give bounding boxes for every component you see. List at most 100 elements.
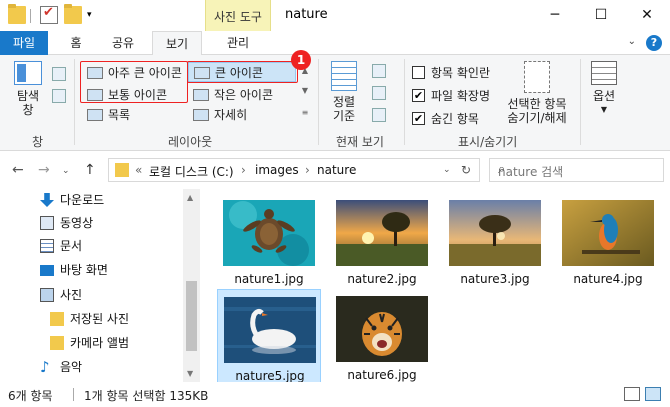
breadcrumb-images[interactable]: images <box>255 163 299 177</box>
minimize-button[interactable]: ─ <box>532 0 578 31</box>
up-icon[interactable]: ↑ <box>84 162 96 178</box>
gallery-down-icon[interactable]: ▼ <box>300 81 310 101</box>
file-item-nature2[interactable]: nature2.jpg <box>330 193 434 287</box>
scrollbar-thumb[interactable] <box>186 281 197 351</box>
back-icon[interactable]: ← <box>12 162 24 178</box>
nav-item-music[interactable]: ♪ 음악 <box>38 356 82 378</box>
gallery-more-icon[interactable]: ≡ <box>300 103 310 123</box>
item-checkboxes-checkbox[interactable] <box>412 66 425 79</box>
context-tab-picture-tools: 사진 도구 <box>205 0 271 31</box>
refresh-icon[interactable]: ↻ <box>461 163 471 177</box>
divider <box>30 9 31 23</box>
status-bar: 6개 항목 1개 항목 선택함 135KB <box>0 382 670 407</box>
scroll-up-icon[interactable]: ▲ <box>187 193 193 202</box>
breadcrumb-local-disk[interactable]: 로컬 디스크 (C:) <box>149 163 234 180</box>
tab-manage[interactable]: 관리 <box>210 31 266 55</box>
file-item-nature3[interactable]: nature3.jpg <box>443 193 547 287</box>
nav-item-documents[interactable]: 문서 <box>38 235 82 257</box>
tab-share[interactable]: 공유 <box>100 31 146 55</box>
options-icon <box>591 61 617 85</box>
sort-by-button[interactable]: 정렬 기준 <box>326 61 362 123</box>
preview-pane-icon[interactable] <box>52 67 66 81</box>
hide-selected-button[interactable]: 선택한 항목 숨기기/해제 <box>498 61 576 125</box>
file-name: nature1.jpg <box>234 272 304 286</box>
navigation-pane-icon <box>14 61 42 85</box>
chevron-down-icon[interactable]: ⌄ <box>628 36 636 47</box>
tab-view[interactable]: 보기 <box>152 31 202 56</box>
file-item-nature6[interactable]: nature6.jpg <box>330 289 434 383</box>
kingfisher-thumbnail <box>562 200 654 266</box>
nav-item-downloads[interactable]: 다운로드 <box>38 189 104 211</box>
hide-selected-label-1: 선택한 항목 <box>507 97 567 111</box>
divider <box>580 59 581 145</box>
recent-locations-icon[interactable]: ⌄ <box>62 166 70 176</box>
details-pane-icon[interactable] <box>52 89 66 103</box>
nav-item-label: 카메라 앨범 <box>70 336 130 350</box>
layout-small-icons[interactable]: 작은 아이콘 <box>188 85 296 105</box>
download-icon <box>40 193 54 207</box>
file-item-nature1[interactable]: nature1.jpg <box>217 193 321 287</box>
nav-item-videos[interactable]: 동영상 <box>38 212 93 234</box>
address-field[interactable]: « 로컬 디스크 (C:) › images › nature ⌄ ↻ <box>108 158 480 182</box>
breadcrumb-nature[interactable]: nature <box>317 163 356 177</box>
title-bar: ▾ 사진 도구 nature ─ ☐ ✕ <box>0 0 670 31</box>
layout-list[interactable]: 목록 <box>82 105 188 125</box>
nav-item-label: 사진 <box>60 288 83 302</box>
file-name: nature6.jpg <box>347 368 417 382</box>
maximize-button[interactable]: ☐ <box>578 0 624 31</box>
options-label: 옵션 <box>592 89 616 103</box>
tab-file[interactable]: 파일 <box>0 31 48 55</box>
close-button[interactable]: ✕ <box>624 0 670 31</box>
nav-item-pictures[interactable]: 사진 <box>38 284 82 306</box>
nav-item-desktop[interactable]: 바탕 화면 <box>38 259 108 281</box>
ribbon-tabs: 파일 홈 공유 보기 관리 ⌄ ? <box>0 31 670 56</box>
nav-item-label: 음악 <box>60 360 83 374</box>
nav-item-saved-pictures[interactable]: 저장된 사진 <box>48 308 129 330</box>
nav-item-label: 저장된 사진 <box>70 312 130 326</box>
divider <box>318 59 319 145</box>
navigation-scrollbar[interactable]: ▲ ▼ <box>183 189 200 382</box>
layout-details[interactable]: 자세히 <box>188 105 296 125</box>
file-item-nature4[interactable]: nature4.jpg <box>556 193 660 287</box>
list-icon <box>87 109 103 121</box>
tab-home[interactable]: 홈 <box>58 31 94 55</box>
folder-icon <box>8 4 26 24</box>
large-icons-view-icon[interactable] <box>645 387 661 401</box>
help-icon[interactable]: ? <box>646 35 662 51</box>
options-button[interactable]: 옵션 ▼ <box>586 61 622 117</box>
file-name: nature2.jpg <box>347 272 417 286</box>
new-folder-icon[interactable] <box>64 4 82 24</box>
navigation-pane-button[interactable]: 탐색 창 <box>8 61 48 117</box>
details-icon <box>193 109 209 121</box>
desktop-icon <box>40 265 54 276</box>
scroll-down-icon[interactable]: ▼ <box>187 369 193 378</box>
sort-label-1: 정렬 <box>332 95 356 109</box>
properties-icon[interactable] <box>40 5 58 24</box>
layout-item-label: 자세히 <box>214 108 248 122</box>
hide-selected-label-2: 숨기기/해제 <box>507 111 567 125</box>
item-count: 6개 항목 <box>8 389 53 403</box>
nav-item-label: 다운로드 <box>60 193 105 207</box>
file-item-nature5[interactable]: nature5.jpg <box>217 289 321 383</box>
forward-icon[interactable]: → <box>38 162 50 178</box>
pictures-icon <box>40 288 54 302</box>
nav-item-label: 동영상 <box>60 216 94 230</box>
folder-icon <box>115 163 129 177</box>
hidden-items-checkbox[interactable]: ✔ <box>412 112 425 125</box>
group-by-icon[interactable] <box>372 64 386 78</box>
chevron-down-icon[interactable]: ⌄ <box>443 165 451 175</box>
add-columns-icon[interactable] <box>372 86 386 100</box>
size-columns-icon[interactable] <box>372 108 386 122</box>
nav-item-camera-roll[interactable]: 카메라 앨범 <box>48 332 129 354</box>
details-view-icon[interactable] <box>624 387 640 401</box>
window-title: nature <box>285 7 328 22</box>
layout-item-label: 목록 <box>108 108 131 122</box>
quick-access-dropdown-icon[interactable]: ▾ <box>87 10 92 20</box>
navigation-pane-label-1: 탐색 <box>16 89 40 103</box>
callout-badge: 1 <box>291 50 311 70</box>
file-extensions-checkbox[interactable]: ✔ <box>412 89 425 102</box>
navigation-pane: 다운로드 동영상 문서 바탕 화면 사진 저장된 사진 카메라 앨범 ♪ 음악 <box>0 189 200 382</box>
search-input[interactable]: nature 검색 ⌕ <box>489 158 664 182</box>
group-label-layout: 레이아웃 <box>168 135 213 149</box>
breadcrumb-overflow[interactable]: « <box>135 163 142 177</box>
